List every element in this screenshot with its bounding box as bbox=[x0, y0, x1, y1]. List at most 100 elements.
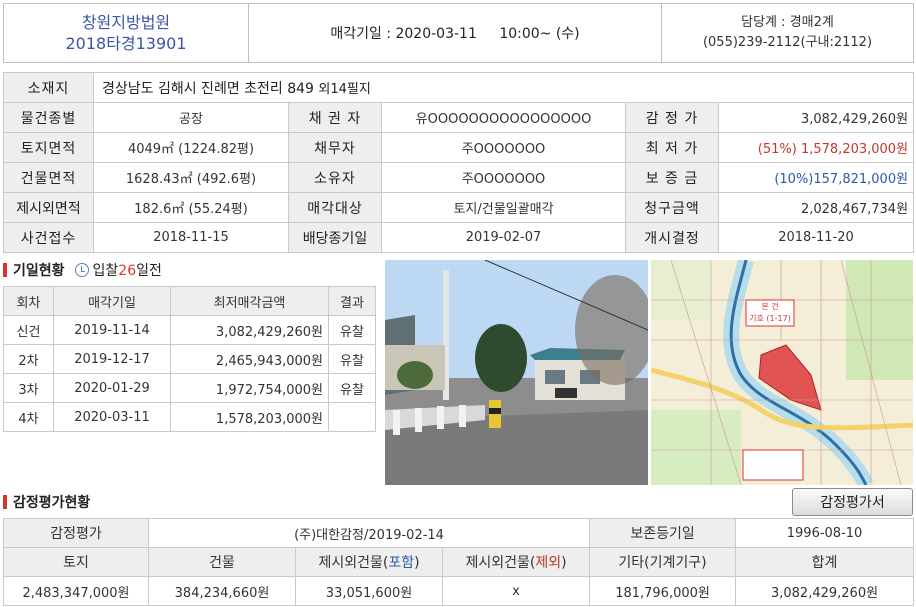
appraisal-table: 감정평가 (주)대한감정/2019-02-14 보존등기일 1996-08-10… bbox=[3, 518, 915, 606]
round-date: 2019-11-14 bbox=[53, 315, 171, 345]
info-label: 최 저 가 bbox=[625, 132, 719, 163]
dept-label: 담당계 bbox=[741, 15, 778, 30]
dept-cell: 담당계 : 경매2계 (055)239-2112(구내:2112) bbox=[661, 3, 914, 63]
round-name: 3차 bbox=[3, 373, 54, 403]
appraisal-col-header: 기타(기계기구) bbox=[589, 547, 737, 577]
rounds-header: 회차 bbox=[3, 286, 54, 316]
machinery-value: 181,796,000원 bbox=[589, 576, 737, 606]
case-number: 2018타경13901 bbox=[65, 34, 187, 53]
appraised-value: 3,082,429,260원 bbox=[717, 102, 915, 133]
dept-name: 경매2계 bbox=[789, 15, 834, 30]
info-label: 소유자 bbox=[288, 162, 382, 193]
info-label: 물건종별 bbox=[3, 102, 94, 133]
property-info-table: 소재지 경상남도 김해시 진례면 초전리 849 외14필지 물건종별 공장 채… bbox=[3, 72, 915, 253]
appraisal-title: 감정평가현황 bbox=[13, 495, 91, 511]
appraiser-value: (주)대한감정/2019-02-14 bbox=[147, 518, 591, 548]
info-label: 보 증 금 bbox=[625, 162, 719, 193]
round-price: 2,465,943,000원 bbox=[170, 344, 329, 374]
table-row: 2차 2019-12-17 2,465,943,000원 유찰 bbox=[3, 344, 376, 374]
dept-phone: (055)239-2112(구내:2112) bbox=[702, 35, 873, 50]
info-label: 건물면적 bbox=[3, 162, 94, 193]
table-row: 3차 2020-01-29 1,972,754,000원 유찰 bbox=[3, 373, 376, 403]
appraisal-col-header: 건물 bbox=[148, 547, 296, 577]
appraisal-col-header: 토지 bbox=[3, 547, 149, 577]
table-row: 신건 2019-11-14 3,082,429,260원 유찰 bbox=[3, 315, 376, 345]
extra-included-value: 33,051,600원 bbox=[295, 576, 443, 606]
court-name: 창원지방법원 bbox=[81, 13, 171, 32]
info-value: 4049㎡ (1224.82평) bbox=[93, 132, 289, 163]
info-value: 2018-11-20 bbox=[717, 222, 915, 253]
round-name: 4차 bbox=[3, 402, 54, 432]
deposit-value: (10%)157,821,000원 bbox=[717, 162, 915, 193]
included-tag: 포함 bbox=[388, 555, 415, 571]
round-price: 3,082,429,260원 bbox=[170, 315, 329, 345]
rounds-header: 매각기일 bbox=[53, 286, 171, 316]
info-label: 토지면적 bbox=[3, 132, 94, 163]
round-result bbox=[328, 402, 376, 432]
appraisal-col-header: 합계 bbox=[735, 547, 915, 577]
minimum-price: (51%) 1,578,203,000원 bbox=[717, 132, 915, 163]
sale-date-cell: 매각기일 : 2020-03-11 10:00~ (수) bbox=[248, 3, 662, 63]
info-label: 청구금액 bbox=[625, 192, 719, 223]
round-name: 신건 bbox=[3, 315, 54, 345]
table-row: 2,483,347,000원 384,234,660원 33,051,600원 … bbox=[3, 576, 915, 606]
appraisal-report-button[interactable]: 감정평가서 bbox=[792, 488, 913, 516]
info-label: 제시외면적 bbox=[3, 192, 94, 223]
dday-text: 입찰26일전 bbox=[92, 263, 162, 279]
clock-icon bbox=[74, 263, 89, 277]
info-value: 유OOOOOOOOOOOOOOOO bbox=[381, 102, 626, 133]
info-value: 2019-02-07 bbox=[381, 222, 626, 253]
info-value: 1628.43㎡ (492.6평) bbox=[93, 162, 289, 193]
auction-rounds-table: 회차 매각기일 최저매각금액 결과 신건 2019-11-14 3,082,42… bbox=[3, 286, 376, 432]
table-row: 4차 2020-03-11 1,578,203,000원 bbox=[3, 402, 376, 432]
rounds-header: 최저매각금액 bbox=[170, 286, 329, 316]
info-value: 2018-11-15 bbox=[93, 222, 289, 253]
round-result: 유찰 bbox=[328, 344, 376, 374]
round-name: 2차 bbox=[3, 344, 54, 374]
schedule-title: 기일현황 bbox=[13, 263, 65, 279]
cadastral-map[interactable]: 본 건 기호 (1-17) bbox=[651, 260, 913, 485]
info-value: 공장 bbox=[93, 102, 289, 133]
map-label: 본 건 기호 (1-17) bbox=[749, 302, 791, 323]
info-label: 개시결정 bbox=[625, 222, 719, 253]
court-cell: 창원지방법원 2018타경13901 bbox=[3, 3, 249, 63]
section-marker bbox=[3, 495, 7, 509]
case-header: 창원지방법원 2018타경13901 매각기일 : 2020-03-11 10:… bbox=[3, 3, 914, 63]
info-value: 주OOOOOOO bbox=[381, 162, 626, 193]
sale-date: 2020-03-11 bbox=[395, 26, 477, 42]
info-label: 매각대상 bbox=[288, 192, 382, 223]
building-value: 384,234,660원 bbox=[148, 576, 296, 606]
info-value: 주OOOOOOO bbox=[381, 132, 626, 163]
schedule-section-header: 기일현황 입찰26일전 bbox=[3, 260, 162, 280]
info-label: 배당종기일 bbox=[288, 222, 382, 253]
round-date: 2020-03-11 bbox=[53, 402, 171, 432]
info-label: 사건접수 bbox=[3, 222, 94, 253]
rounds-header: 결과 bbox=[328, 286, 376, 316]
property-photo[interactable] bbox=[385, 260, 648, 485]
appraisal-section-header: 감정평가현황 bbox=[3, 492, 90, 512]
location-label: 소재지 bbox=[3, 72, 94, 103]
section-marker bbox=[3, 263, 7, 277]
info-label: 감 정 가 bbox=[625, 102, 719, 133]
round-price: 1,578,203,000원 bbox=[170, 402, 329, 432]
round-result: 유찰 bbox=[328, 373, 376, 403]
property-photo-image bbox=[385, 260, 648, 485]
info-value: 182.6㎡ (55.24평) bbox=[93, 192, 289, 223]
info-label: 채 권 자 bbox=[288, 102, 382, 133]
location-address: 경상남도 김해시 진례면 초전리 849 bbox=[102, 80, 314, 97]
round-date: 2020-01-29 bbox=[53, 373, 171, 403]
land-value: 2,483,347,000원 bbox=[3, 576, 149, 606]
total-value: 3,082,429,260원 bbox=[735, 576, 915, 606]
info-label: 채무자 bbox=[288, 132, 382, 163]
registration-label: 보존등기일 bbox=[589, 518, 737, 548]
dday-number: 26 bbox=[118, 263, 137, 279]
appraisal-label: 감정평가 bbox=[3, 518, 149, 548]
round-date: 2019-12-17 bbox=[53, 344, 171, 374]
cadastral-map-image bbox=[651, 260, 913, 485]
extra-excluded-value: x bbox=[441, 576, 591, 606]
info-value: 토지/건물일괄매각 bbox=[381, 192, 626, 223]
sale-date-label: 매각기일 bbox=[330, 26, 382, 42]
location-extra: 외14필지 bbox=[318, 81, 371, 97]
registration-date: 1996-08-10 bbox=[735, 518, 915, 548]
round-price: 1,972,754,000원 bbox=[170, 373, 329, 403]
